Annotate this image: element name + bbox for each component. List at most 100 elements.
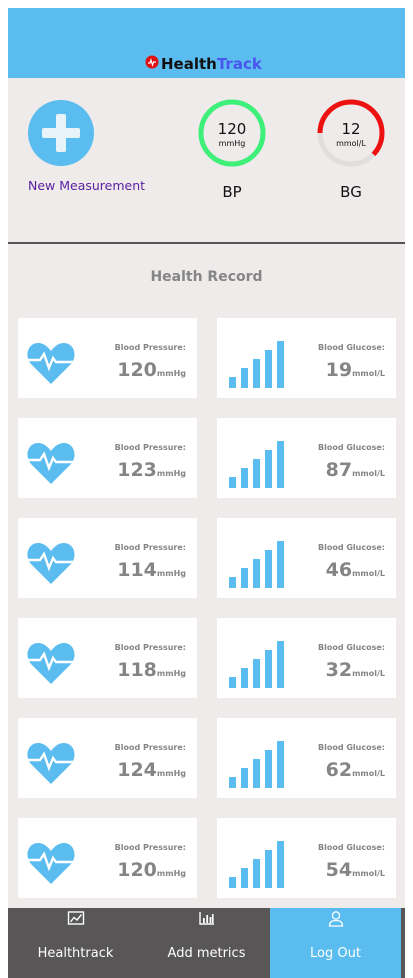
blood-pressure-reading: 120mmHg [117, 859, 186, 881]
signal-bars-icon [229, 741, 284, 788]
blood-glucose-value: 87 [325, 459, 353, 481]
bp-gauge-label: BP [222, 183, 242, 201]
blood-pressure-unit: mmHg [156, 469, 186, 478]
blood-pressure-unit: mmHg [156, 869, 186, 878]
brand-logo: Health Track [145, 53, 262, 75]
blood-glucose-value: 19 [325, 359, 353, 381]
blood-pressure-unit: mmHg [156, 569, 186, 578]
nav-item-log-out[interactable]: Log Out [270, 908, 401, 978]
blood-pressure-card[interactable]: Blood Pressure: 120mmHg [18, 318, 197, 398]
blood-glucose-unit: mmol/L [352, 669, 385, 678]
blood-glucose-unit: mmol/L [352, 869, 385, 878]
signal-bars-icon [229, 341, 284, 388]
nav-label-add-metrics: Add metrics [167, 946, 246, 961]
heart-logo-icon [145, 55, 159, 69]
blood-pressure-card[interactable]: Blood Pressure: 120mmHg [18, 818, 197, 898]
nav-item-healthtrack[interactable]: Healthtrack [8, 908, 143, 978]
new-measurement-label[interactable]: New Measurement [28, 178, 145, 193]
blood-glucose-card[interactable]: Blood Glucose: 54mmol/L [217, 818, 396, 898]
heart-pulse-icon [27, 743, 75, 784]
signal-bars-icon [229, 541, 284, 588]
health-record-title: Health Record [150, 269, 263, 285]
bg-gauge-unit: mmol/L [336, 139, 366, 148]
blood-glucose-card[interactable]: Blood Glucose: 46mmol/L [217, 518, 396, 598]
line-chart-icon [67, 911, 84, 925]
blood-glucose-unit: mmol/L [352, 369, 385, 378]
app-screen: Health Track New Measurement 120 mmHg BP … [8, 8, 405, 978]
blood-pressure-value: 123 [117, 459, 157, 481]
blood-glucose-reading: 87mmol/L [326, 459, 385, 481]
blood-glucose-reading: 19mmol/L [326, 359, 385, 381]
blood-glucose-caption: Blood Glucose: [318, 443, 385, 452]
blood-pressure-value: 114 [117, 559, 157, 581]
blood-glucose-reading: 54mmol/L [326, 859, 385, 881]
blood-pressure-caption: Blood Pressure: [114, 343, 186, 352]
blood-glucose-reading: 46mmol/L [326, 559, 385, 581]
blood-pressure-caption: Blood Pressure: [114, 743, 186, 752]
blood-glucose-caption: Blood Glucose: [318, 643, 385, 652]
blood-glucose-value: 46 [325, 559, 353, 581]
blood-pressure-unit: mmHg [156, 769, 186, 778]
brand-name-part2: Track [216, 55, 262, 73]
signal-bars-icon [229, 441, 284, 488]
blood-glucose-value: 32 [325, 659, 353, 681]
blood-pressure-unit: mmHg [156, 669, 186, 678]
blood-pressure-card[interactable]: Blood Pressure: 114mmHg [18, 518, 197, 598]
blood-glucose-value: 54 [325, 859, 353, 881]
blood-pressure-reading: 123mmHg [117, 459, 186, 481]
blood-pressure-value: 120 [117, 359, 157, 381]
nav-label-healthtrack: Healthtrack [37, 946, 114, 961]
heart-pulse-icon [27, 343, 75, 384]
blood-pressure-caption: Blood Pressure: [114, 843, 186, 852]
bg-gauge-value: 12 [341, 120, 361, 138]
blood-glucose-card[interactable]: Blood Glucose: 62mmol/L [217, 718, 396, 798]
blood-glucose-card[interactable]: Blood Glucose: 19mmol/L [217, 318, 396, 398]
blood-glucose-unit: mmol/L [352, 469, 385, 478]
user-icon [328, 911, 343, 927]
plus-icon-bar [42, 128, 80, 138]
new-measurement-button[interactable] [28, 100, 94, 166]
blood-pressure-reading: 114mmHg [117, 559, 186, 581]
blood-pressure-card[interactable]: Blood Pressure: 118mmHg [18, 618, 197, 698]
blood-pressure-reading: 118mmHg [117, 659, 186, 681]
heart-pulse-icon [27, 843, 75, 884]
heart-pulse-icon [27, 543, 75, 584]
nav-label-log-out: Log Out [310, 946, 361, 961]
signal-bars-icon [229, 841, 284, 888]
blood-glucose-caption: Blood Glucose: [318, 343, 385, 352]
blood-glucose-card[interactable]: Blood Glucose: 87mmol/L [217, 418, 396, 498]
bp-gauge-unit: mmHg [218, 139, 246, 148]
blood-glucose-caption: Blood Glucose: [318, 743, 385, 752]
bottom-nav: Healthtrack Add metrics Log Out [8, 908, 405, 978]
brand-name-part1: Health [161, 55, 217, 73]
nav-item-add-metrics[interactable]: Add metrics [143, 908, 270, 978]
signal-bars-icon [229, 641, 284, 688]
blood-glucose-caption: Blood Glucose: [318, 543, 385, 552]
quick-panel: New Measurement 120 mmHg BP 12 mmol/L BG [8, 78, 405, 244]
heart-pulse-icon [27, 443, 75, 484]
bp-gauge: 120 mmHg [197, 98, 267, 168]
blood-glucose-unit: mmol/L [352, 569, 385, 578]
blood-pressure-card[interactable]: Blood Pressure: 123mmHg [18, 418, 197, 498]
bg-gauge-label: BG [340, 183, 362, 201]
heart-pulse-icon [27, 643, 75, 684]
bg-gauge: 12 mmol/L [316, 98, 386, 168]
blood-pressure-value: 124 [117, 759, 157, 781]
app-header: Health Track [8, 8, 405, 78]
blood-pressure-unit: mmHg [156, 369, 186, 378]
blood-glucose-caption: Blood Glucose: [318, 843, 385, 852]
blood-glucose-reading: 62mmol/L [326, 759, 385, 781]
blood-pressure-value: 118 [117, 659, 157, 681]
blood-pressure-caption: Blood Pressure: [114, 443, 186, 452]
blood-pressure-caption: Blood Pressure: [114, 543, 186, 552]
bp-gauge-value: 120 [217, 120, 247, 138]
bar-chart-icon [198, 912, 214, 925]
blood-glucose-card[interactable]: Blood Glucose: 32mmol/L [217, 618, 396, 698]
blood-pressure-reading: 124mmHg [117, 759, 186, 781]
blood-pressure-caption: Blood Pressure: [114, 643, 186, 652]
blood-pressure-reading: 120mmHg [117, 359, 186, 381]
blood-pressure-value: 120 [117, 859, 157, 881]
blood-glucose-unit: mmol/L [352, 769, 385, 778]
blood-glucose-reading: 32mmol/L [326, 659, 385, 681]
blood-pressure-card[interactable]: Blood Pressure: 124mmHg [18, 718, 197, 798]
